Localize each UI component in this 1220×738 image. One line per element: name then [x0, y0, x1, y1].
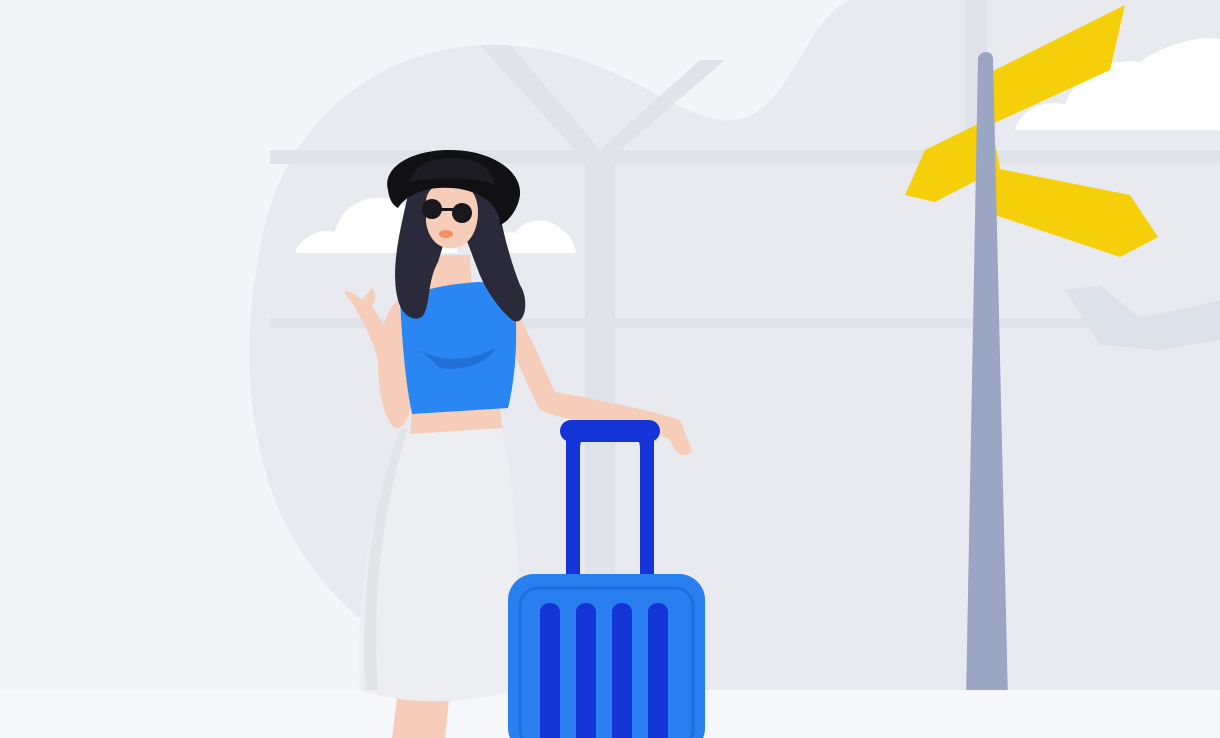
travel-illustration — [0, 0, 1220, 738]
suitcase-body — [508, 574, 705, 738]
